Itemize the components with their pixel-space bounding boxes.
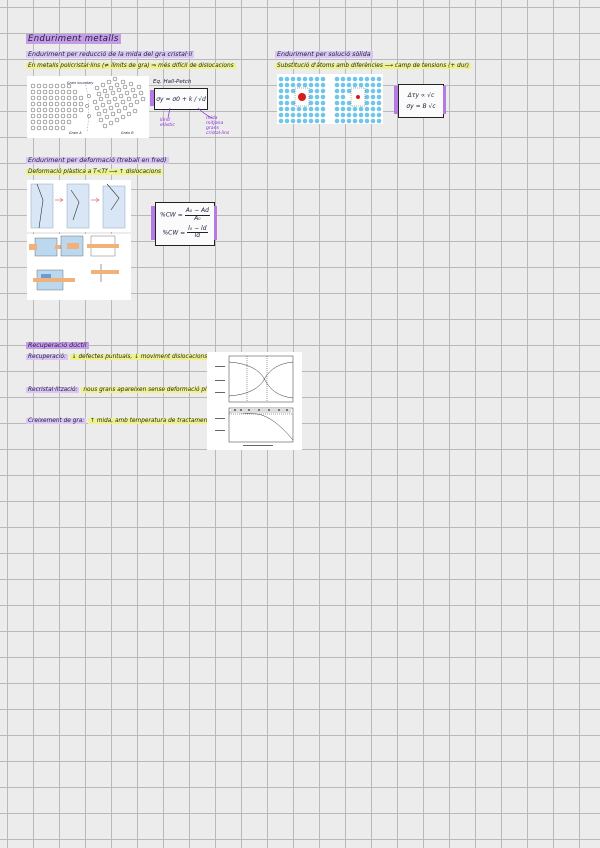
item-text: ↑ mida, amb temperatura de tractament [88,418,212,424]
formula-yield-stress: σy = B √c [406,103,436,110]
section-heading-recovery: Recuperació dúctil [26,342,89,349]
solid-solution-formulas: Δτy ∝ √c σy = B √c [398,84,444,118]
recovery-graph-figure [207,352,302,450]
section-heading-cold-work: Enduriment per deformació (treball en fr… [26,157,169,164]
cold-work-process-figure [27,234,131,300]
cw-lhs: %CW = [160,211,183,219]
cold-work-formula-length: %CW = l₀ − ld ld [162,225,208,240]
figure-label-grain-boundary: Grain boundary [67,81,94,85]
cw-lhs: %CW = [162,229,186,237]
highlight-mark [394,86,398,114]
equation-label-hall-petch: Eq. Hall-Petch [153,79,192,85]
cw-length-denominator: ld [194,232,201,240]
page-title: Enduriment metalls [26,34,121,44]
cold-work-formulas: %CW = A₀ − Ad A₀ %CW = l₀ − ld ld [155,202,215,246]
item-label: Recristal·lització: [26,387,80,393]
item-label: Recuperació: [26,354,68,360]
item-text: nous grans apareixen sense deformació pl… [81,387,226,393]
solid-solution-lattice-figure [277,74,383,124]
annotation-yield-limit: límit elàstic [160,118,175,129]
highlight-mark [443,86,446,114]
section-heading-grain-size: Enduriment per reducció de la mida del g… [26,51,195,58]
section-subline-solid-solution: Substitució d'àtoms amb diferències ⟶ ca… [275,63,472,69]
hall-petch-formula: σy = σ0 + k / √d [154,88,208,110]
dislocation-figure [27,180,131,232]
list-item-grain-growth: Creixement de gra: ↑ mida, amb temperatu… [26,418,212,424]
list-item-recovery: Recuperació: ↓ defectes puntuals, ↓ movi… [26,354,210,360]
cold-work-formula-area: %CW = A₀ − Ad A₀ [160,208,210,222]
item-text: ↓ defectes puntuals, ↓ moviment dislocac… [69,354,210,360]
figure-label-grain-b: Grain B [121,131,134,135]
item-label: Creixement de gra: [26,418,87,424]
highlight-mark [151,206,155,240]
hall-petch-equation: σy = σ0 + k / √d [156,95,206,103]
annotation-grain-size: mida mitjana grans cristal·lins [206,116,230,137]
highlight-mark [214,206,217,240]
cw-area-denominator: A₀ [194,214,201,222]
section-heading-solid-solution: Enduriment per solució sòlida [275,51,373,58]
list-item-recrystallization: Recristal·lització: nous grans apareixen… [26,387,226,393]
formula-shear-stress: Δτy ∝ √c [407,92,435,99]
figure-label-grain-a: Grain A [69,131,82,135]
section-subline-grain-size: En metalls policristal·lins (≠ límits de… [26,63,236,69]
highlight-mark [150,90,154,106]
grain-boundary-figure: Grain boundary Grain A Grain B [27,76,149,138]
section-subline-cold-work: Deformació plàstica a T<Tf ⟶ ↑ dislocaci… [26,169,164,175]
